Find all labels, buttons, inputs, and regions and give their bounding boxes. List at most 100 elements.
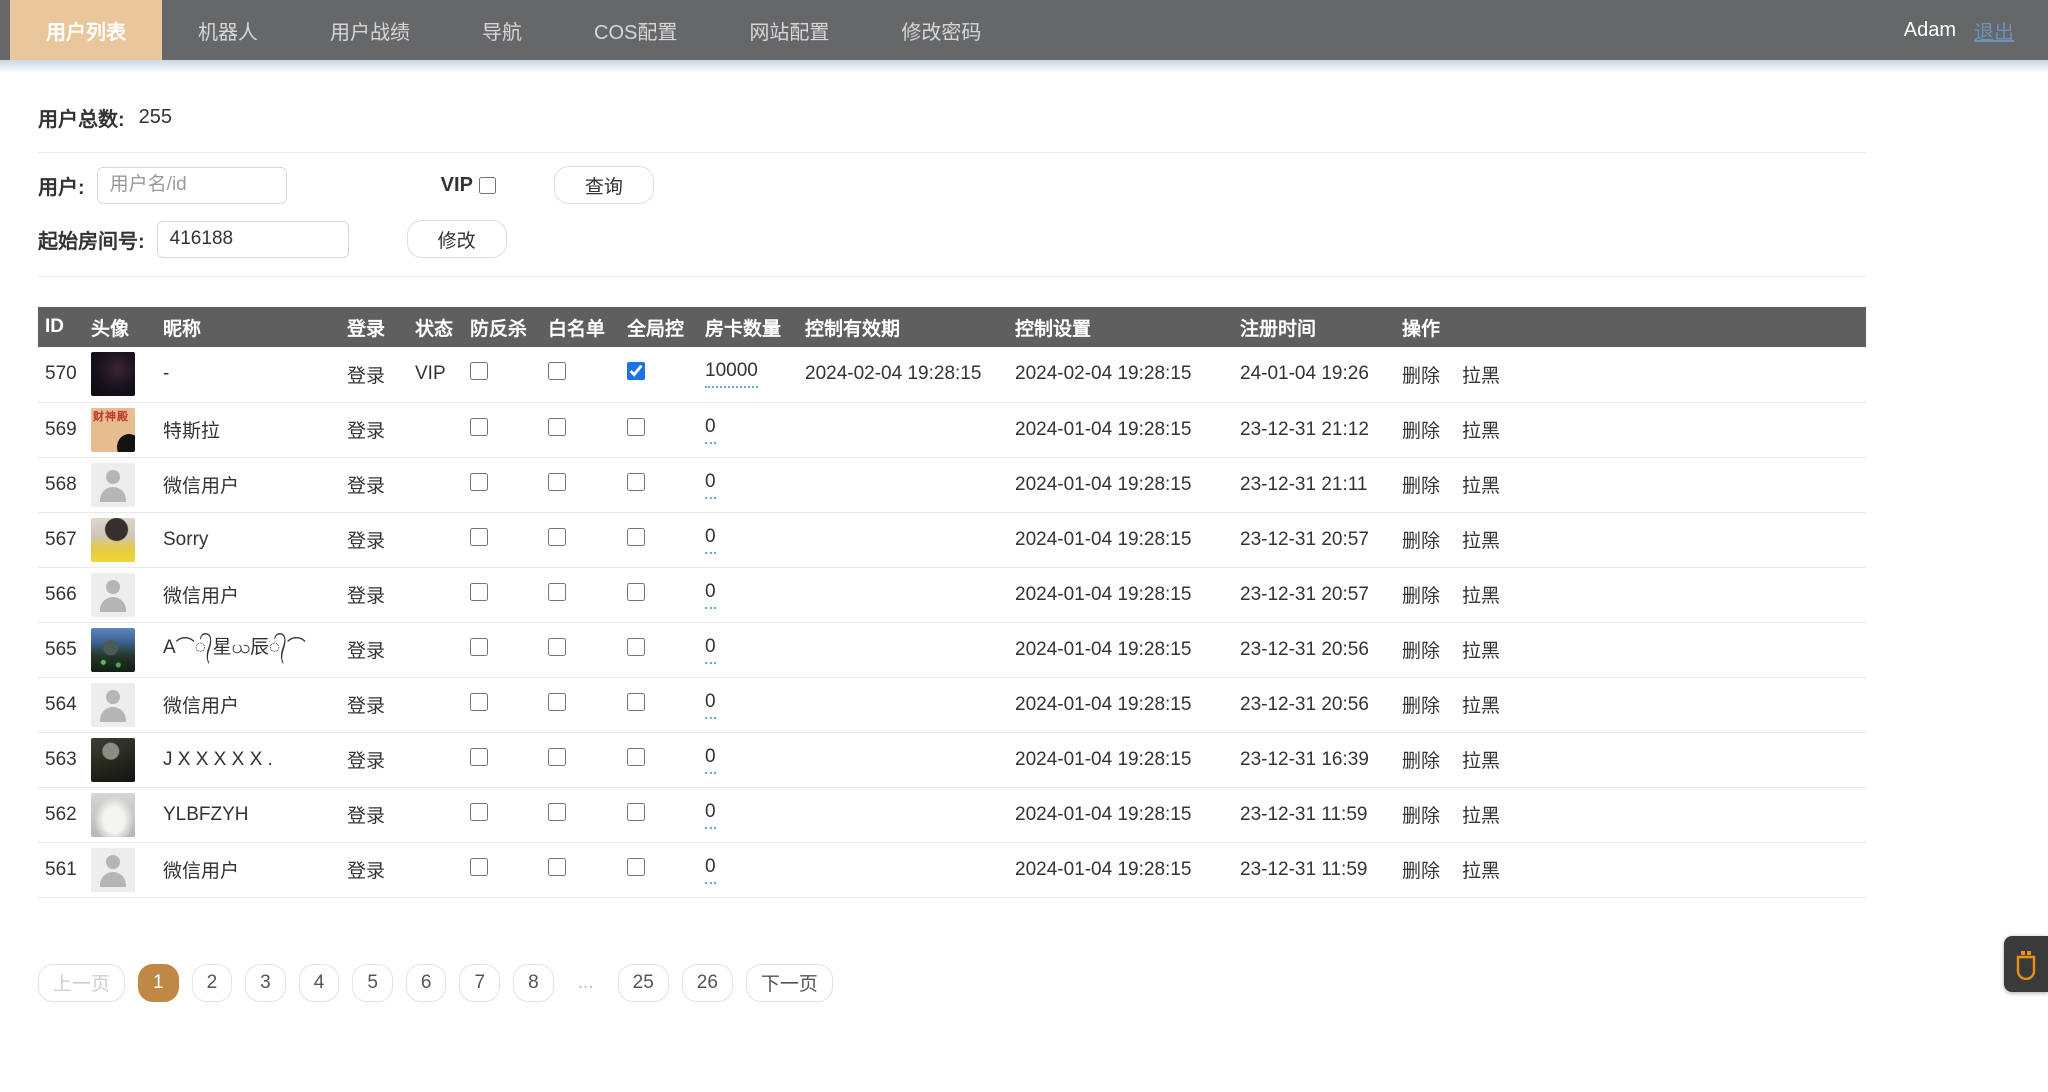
delete-link[interactable]: 删除 xyxy=(1402,806,1440,827)
whitelist-checkbox[interactable] xyxy=(548,693,566,711)
global-control-checkbox[interactable] xyxy=(627,638,645,656)
room-cards-value[interactable]: 10000 xyxy=(705,360,758,388)
global-control-checkbox[interactable] xyxy=(627,858,645,876)
login-link[interactable]: 登录 xyxy=(347,751,385,772)
whitelist-checkbox[interactable] xyxy=(548,528,566,546)
room-number-input[interactable] xyxy=(157,221,349,258)
page-button-3[interactable]: 3 xyxy=(245,964,286,1002)
blacklist-link[interactable]: 拉黑 xyxy=(1462,696,1500,717)
blacklist-link[interactable]: 拉黑 xyxy=(1462,586,1500,607)
whitelist-checkbox[interactable] xyxy=(548,803,566,821)
global-control-checkbox[interactable] xyxy=(627,473,645,491)
whitelist-checkbox[interactable] xyxy=(548,583,566,601)
login-link[interactable]: 登录 xyxy=(347,421,385,442)
whitelist-checkbox[interactable] xyxy=(548,418,566,436)
delete-link[interactable]: 删除 xyxy=(1402,861,1440,882)
logout-link[interactable]: 退出 xyxy=(1974,16,2014,45)
modify-button[interactable]: 修改 xyxy=(407,220,507,258)
login-link[interactable]: 登录 xyxy=(347,641,385,662)
antikill-checkbox[interactable] xyxy=(470,858,488,876)
page-button-4[interactable]: 4 xyxy=(299,964,340,1002)
blacklist-link[interactable]: 拉黑 xyxy=(1462,641,1500,662)
nav-tab-用户列表[interactable]: 用户列表 xyxy=(10,0,162,60)
antikill-checkbox[interactable] xyxy=(470,638,488,656)
global-control-checkbox[interactable] xyxy=(627,528,645,546)
global-control-checkbox[interactable] xyxy=(627,693,645,711)
antikill-checkbox[interactable] xyxy=(470,583,488,601)
delete-link[interactable]: 删除 xyxy=(1402,641,1440,662)
global-control-checkbox[interactable] xyxy=(627,418,645,436)
room-cards-value[interactable]: 0 xyxy=(705,581,716,609)
whitelist-checkbox[interactable] xyxy=(548,638,566,656)
nav-tab-导航[interactable]: 导航 xyxy=(446,0,558,60)
nav-tab-用户战绩[interactable]: 用户战绩 xyxy=(294,0,446,60)
delete-link[interactable]: 删除 xyxy=(1402,366,1440,387)
room-cards-value[interactable]: 0 xyxy=(705,471,716,499)
global-control-checkbox[interactable] xyxy=(627,583,645,601)
room-cards-value[interactable]: 0 xyxy=(705,691,716,719)
page-button-2[interactable]: 2 xyxy=(192,964,233,1002)
page-button-1[interactable]: 1 xyxy=(138,964,179,1002)
antikill-checkbox[interactable] xyxy=(470,528,488,546)
delete-link[interactable]: 删除 xyxy=(1402,696,1440,717)
login-link[interactable]: 登录 xyxy=(347,476,385,497)
nav-tab-修改密码[interactable]: 修改密码 xyxy=(865,0,1017,60)
login-link[interactable]: 登录 xyxy=(347,366,385,387)
antikill-checkbox-cell xyxy=(463,622,541,677)
whitelist-checkbox[interactable] xyxy=(548,858,566,876)
delete-link[interactable]: 删除 xyxy=(1402,421,1440,442)
room-cards-value[interactable]: 0 xyxy=(705,746,716,774)
page-button-8[interactable]: 8 xyxy=(513,964,554,1002)
blacklist-link[interactable]: 拉黑 xyxy=(1462,421,1500,442)
room-cards-value[interactable]: 0 xyxy=(705,416,716,444)
antikill-checkbox[interactable] xyxy=(470,803,488,821)
nav-tab-网站配置[interactable]: 网站配置 xyxy=(713,0,865,60)
antikill-checkbox-cell xyxy=(463,512,541,567)
global-control-checkbox[interactable] xyxy=(627,748,645,766)
whitelist-checkbox[interactable] xyxy=(548,748,566,766)
room-cards-value[interactable]: 0 xyxy=(705,526,716,554)
room-cards-value[interactable]: 0 xyxy=(705,856,716,884)
whitelist-checkbox[interactable] xyxy=(548,362,566,380)
blacklist-link[interactable]: 拉黑 xyxy=(1462,806,1500,827)
extension-widget[interactable] xyxy=(2004,936,2048,992)
login-link[interactable]: 登录 xyxy=(347,531,385,552)
blacklist-link[interactable]: 拉黑 xyxy=(1462,531,1500,552)
avatar-cell xyxy=(84,842,156,897)
page-button-26[interactable]: 26 xyxy=(682,964,733,1002)
blacklist-link[interactable]: 拉黑 xyxy=(1462,366,1500,387)
blacklist-link[interactable]: 拉黑 xyxy=(1462,751,1500,772)
global-control-checkbox[interactable] xyxy=(627,362,645,380)
antikill-checkbox[interactable] xyxy=(470,362,488,380)
query-button[interactable]: 查询 xyxy=(554,166,654,204)
antikill-checkbox[interactable] xyxy=(470,748,488,766)
global-control-checkbox[interactable] xyxy=(627,803,645,821)
next-page-button[interactable]: 下一页 xyxy=(746,964,833,1002)
room-cards-value[interactable]: 0 xyxy=(705,801,716,829)
room-cards-value[interactable]: 0 xyxy=(705,636,716,664)
page-button-5[interactable]: 5 xyxy=(352,964,393,1002)
blacklist-link[interactable]: 拉黑 xyxy=(1462,861,1500,882)
page-button-7[interactable]: 7 xyxy=(459,964,500,1002)
login-link[interactable]: 登录 xyxy=(347,806,385,827)
delete-link[interactable]: 删除 xyxy=(1402,751,1440,772)
login-link[interactable]: 登录 xyxy=(347,586,385,607)
login-link[interactable]: 登录 xyxy=(347,861,385,882)
search-input[interactable] xyxy=(97,167,287,204)
antikill-checkbox[interactable] xyxy=(470,693,488,711)
actions-cell: 删除 拉黑 xyxy=(1395,402,1866,457)
blacklist-link[interactable]: 拉黑 xyxy=(1462,476,1500,497)
page-button-6[interactable]: 6 xyxy=(406,964,447,1002)
antikill-checkbox[interactable] xyxy=(470,418,488,436)
login-link[interactable]: 登录 xyxy=(347,696,385,717)
vip-checkbox[interactable] xyxy=(479,177,496,194)
delete-link[interactable]: 删除 xyxy=(1402,531,1440,552)
nav-tab-机器人[interactable]: 机器人 xyxy=(162,0,294,60)
page-button-25[interactable]: 25 xyxy=(618,964,669,1002)
delete-link[interactable]: 删除 xyxy=(1402,476,1440,497)
nav-tab-COS配置[interactable]: COS配置 xyxy=(558,0,713,60)
avatar xyxy=(91,848,135,892)
delete-link[interactable]: 删除 xyxy=(1402,586,1440,607)
antikill-checkbox[interactable] xyxy=(470,473,488,491)
whitelist-checkbox[interactable] xyxy=(548,473,566,491)
